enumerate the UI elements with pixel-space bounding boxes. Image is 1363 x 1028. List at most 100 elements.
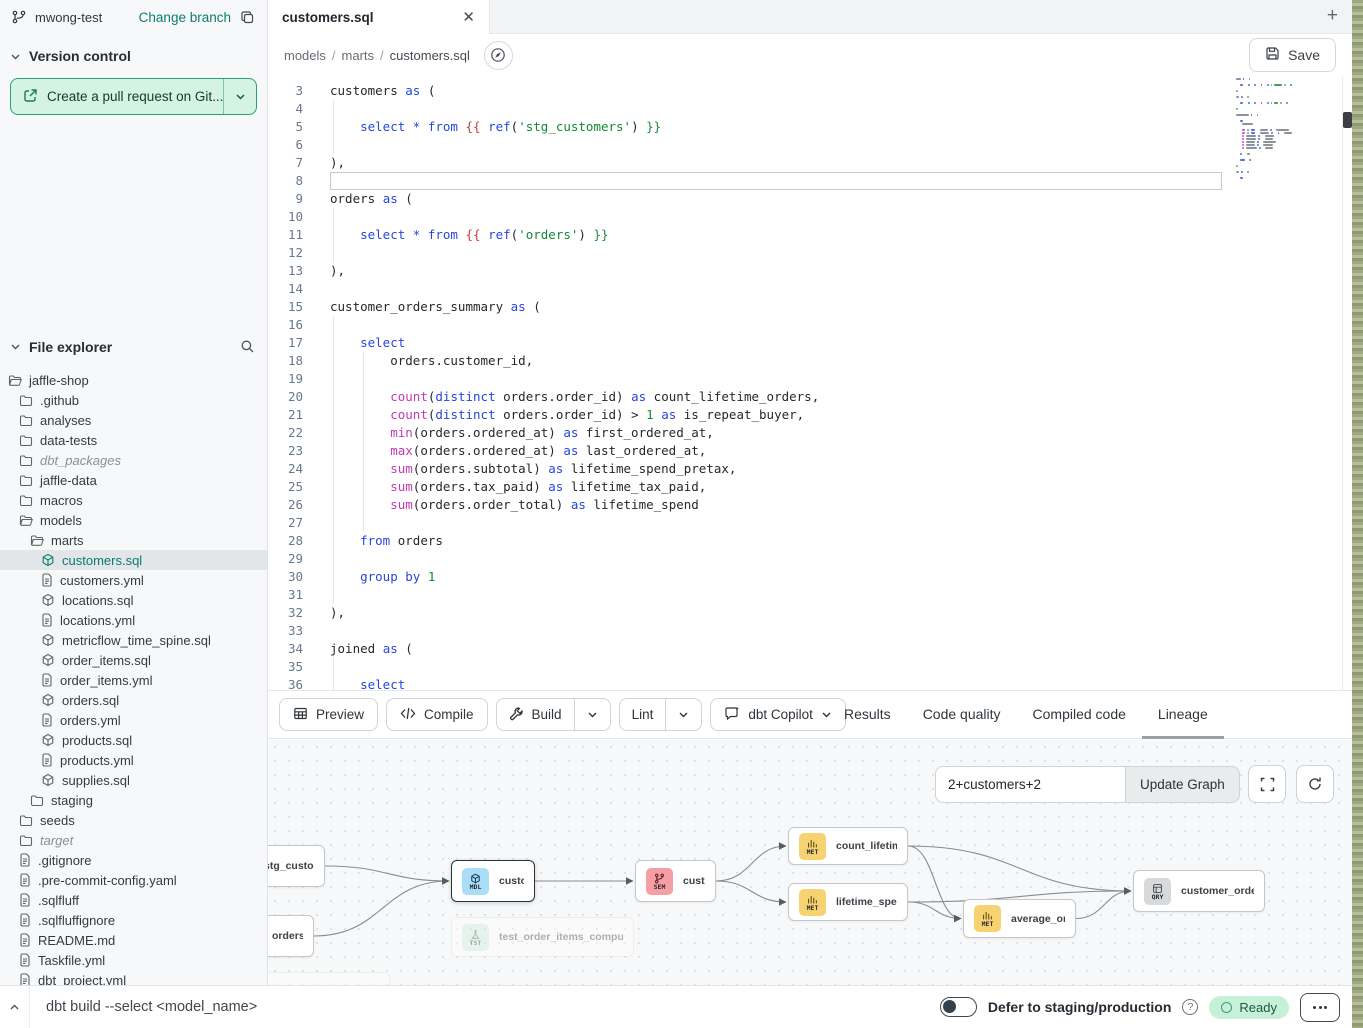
update-graph-button[interactable]: Update Graph — [1125, 766, 1240, 803]
file-tree-item-orders-yml[interactable]: orders.yml — [0, 710, 267, 730]
code-line-15[interactable]: 15customer_orders_summary as ( — [268, 298, 1352, 316]
code-line-3[interactable]: 3customers as ( — [268, 82, 1352, 100]
lineage-node-customer_order_metrics[interactable]: QRYcustomer_order_metrics — [1133, 870, 1265, 912]
lineage-node-count_lifetime_orders[interactable]: METcount_lifetime_orders — [788, 827, 908, 865]
lineage-node-partial_node[interactable] — [268, 972, 390, 985]
code-line-20[interactable]: 20 count(distinct orders.order_id) as co… — [268, 388, 1352, 406]
close-icon[interactable]: ✕ — [462, 10, 475, 25]
create-pr-button[interactable]: Create a pull request on Git... — [11, 79, 223, 114]
lint-dropdown[interactable] — [665, 699, 701, 730]
preview-button[interactable]: Preview — [279, 698, 378, 731]
lineage-node-customers_mdl[interactable]: MDLcustomers — [451, 860, 535, 902]
code-line-11[interactable]: 11 select * from {{ ref('orders') }} — [268, 226, 1352, 244]
code-line-22[interactable]: 22 min(orders.ordered_at) as first_order… — [268, 424, 1352, 442]
file-tree-item-products-sql[interactable]: products.sql — [0, 730, 267, 750]
file-tree-item-metricflow-time-spine-sql[interactable]: metricflow_time_spine.sql — [0, 630, 267, 650]
new-tab-button[interactable]: + — [1327, 5, 1338, 27]
dbt-copilot-button[interactable]: dbt Copilot — [710, 698, 846, 731]
code-line-30[interactable]: 30 group by 1 — [268, 568, 1352, 586]
code-line-35[interactable]: 35 — [268, 658, 1352, 676]
code-line-32[interactable]: 32), — [268, 604, 1352, 622]
file-tree-item-locations-sql[interactable]: locations.sql — [0, 590, 267, 610]
file-tree-item-macros[interactable]: macros — [0, 490, 267, 510]
file-tree-item-products-yml[interactable]: products.yml — [0, 750, 267, 770]
code-line-27[interactable]: 27 — [268, 514, 1352, 532]
panel-tab-code-quality[interactable]: Code quality — [907, 691, 1017, 739]
file-tree-item-staging[interactable]: staging — [0, 790, 267, 810]
code-line-12[interactable]: 12 — [268, 244, 1352, 262]
file-tree-item-supplies-sql[interactable]: supplies.sql — [0, 770, 267, 790]
lineage-node-test_node[interactable]: TSTtest_order_items_compute_to_bools... — [451, 917, 634, 957]
editor-scrollbar-thumb[interactable] — [1343, 112, 1352, 128]
help-icon[interactable]: ? — [1182, 999, 1198, 1015]
build-dropdown[interactable] — [574, 699, 610, 730]
code-editor[interactable]: 3customers as (45 select * from {{ ref('… — [268, 76, 1352, 690]
file-tree-item-customers-yml[interactable]: customers.yml — [0, 570, 267, 590]
refresh-button[interactable] — [1296, 765, 1334, 803]
file-tree-item-order-items-sql[interactable]: order_items.sql — [0, 650, 267, 670]
more-options-button[interactable] — [1300, 993, 1340, 1022]
code-line-16[interactable]: 16 — [268, 316, 1352, 334]
search-icon[interactable] — [238, 337, 257, 356]
file-tree-item-seeds[interactable]: seeds — [0, 810, 267, 830]
file-tree-item--github[interactable]: .github — [0, 390, 267, 410]
code-line-8[interactable]: 8 — [268, 172, 1352, 190]
defer-toggle[interactable] — [940, 997, 977, 1017]
version-control-header[interactable]: Version control — [0, 34, 267, 68]
file-tree-item-dbt-packages[interactable]: dbt_packages — [0, 450, 267, 470]
code-line-21[interactable]: 21 count(distinct orders.order_id) > 1 a… — [268, 406, 1352, 424]
file-tree-item-models[interactable]: models — [0, 510, 267, 530]
code-line-14[interactable]: 14 — [268, 280, 1352, 298]
file-tree-item-taskfile-yml[interactable]: Taskfile.yml — [0, 950, 267, 970]
explore-compass-button[interactable] — [484, 41, 513, 70]
build-button[interactable]: Build — [497, 699, 574, 730]
code-line-17[interactable]: 17 select — [268, 334, 1352, 352]
breadcrumb-file[interactable]: customers.sql — [390, 48, 470, 63]
code-line-23[interactable]: 23 max(orders.ordered_at) as last_ordere… — [268, 442, 1352, 460]
change-branch-link[interactable]: Change branch — [139, 10, 231, 25]
file-tree-item-data-tests[interactable]: data-tests — [0, 430, 267, 450]
lineage-node-customers_sem[interactable]: SEMcustomers — [635, 860, 716, 902]
save-button[interactable]: Save — [1249, 38, 1336, 72]
file-tree-item-marts[interactable]: marts — [0, 530, 267, 550]
tab-customers-sql[interactable]: customers.sql ✕ — [268, 0, 490, 34]
lineage-node-average_order_value[interactable]: METaverage_order_value — [963, 899, 1076, 938]
code-line-34[interactable]: 34joined as ( — [268, 640, 1352, 658]
file-tree-item-dbt-project-yml[interactable]: dbt_project.yml — [0, 970, 267, 985]
file-tree-item-jaffle-data[interactable]: jaffle-data — [0, 470, 267, 490]
command-input[interactable]: dbt build --select <model_name> — [30, 999, 940, 1015]
lineage-panel[interactable]: MDLstg_customers MDLorders MDLcustomers TST… — [268, 740, 1352, 985]
file-tree-item-target[interactable]: target — [0, 830, 267, 850]
file-tree-item-order-items-yml[interactable]: order_items.yml — [0, 670, 267, 690]
file-tree-item--sqlfluff[interactable]: .sqlfluff — [0, 890, 267, 910]
file-tree-item-orders-sql[interactable]: orders.sql — [0, 690, 267, 710]
lineage-node-stg_customers[interactable]: MDLstg_customers — [268, 845, 325, 887]
file-tree-item-analyses[interactable]: analyses — [0, 410, 267, 430]
file-tree-item--pre-commit-config-yaml[interactable]: .pre-commit-config.yaml — [0, 870, 267, 890]
code-line-13[interactable]: 13), — [268, 262, 1352, 280]
code-line-24[interactable]: 24 sum(orders.subtotal) as lifetime_spen… — [268, 460, 1352, 478]
breadcrumb-marts[interactable]: marts — [342, 48, 375, 63]
code-line-5[interactable]: 5 select * from {{ ref('stg_customers') … — [268, 118, 1352, 136]
minimap[interactable] — [1236, 76, 1318, 180]
panel-tab-results[interactable]: Results — [828, 691, 907, 739]
code-line-4[interactable]: 4 — [268, 100, 1352, 118]
code-line-29[interactable]: 29 — [268, 550, 1352, 568]
lineage-selector-input[interactable] — [935, 766, 1125, 803]
code-line-33[interactable]: 33 — [268, 622, 1352, 640]
file-tree-item--sqlfluffignore[interactable]: .sqlfluffignore — [0, 910, 267, 930]
code-line-19[interactable]: 19 — [268, 370, 1352, 388]
lint-button[interactable]: Lint — [620, 699, 666, 730]
code-line-6[interactable]: 6 — [268, 136, 1352, 154]
lineage-node-orders_src[interactable]: MDLorders — [268, 915, 314, 957]
file-explorer-header[interactable]: File explorer — [0, 331, 267, 362]
file-tree-item--gitignore[interactable]: .gitignore — [0, 850, 267, 870]
fullscreen-button[interactable] — [1248, 765, 1286, 803]
file-tree-item-readme-md[interactable]: README.md — [0, 930, 267, 950]
code-line-25[interactable]: 25 sum(orders.tax_paid) as lifetime_tax_… — [268, 478, 1352, 496]
breadcrumb-models[interactable]: models — [284, 48, 326, 63]
copy-icon[interactable] — [238, 8, 257, 27]
collapse-panel-button[interactable] — [0, 986, 30, 1028]
file-tree-item-customers-sql[interactable]: customers.sql — [0, 550, 267, 570]
panel-tab-compiled-code[interactable]: Compiled code — [1017, 691, 1142, 739]
